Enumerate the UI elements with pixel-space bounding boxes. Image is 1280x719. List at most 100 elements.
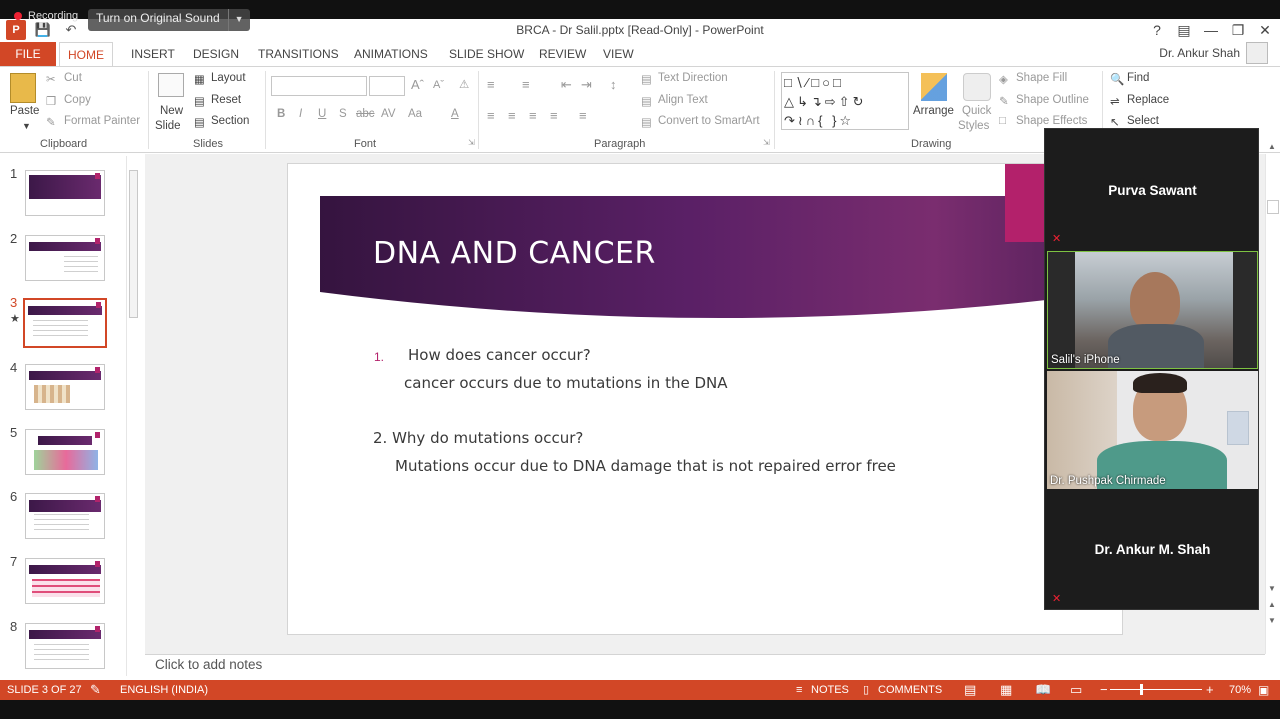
slide-thumbnail-5[interactable]	[25, 429, 105, 475]
slide-thumbnail-8[interactable]	[25, 623, 105, 669]
scrollbar-thumb[interactable]	[129, 170, 138, 318]
tab-view[interactable]: VIEW	[603, 42, 634, 66]
slide-scrollbar[interactable]: ▲ ▼ ▲ ▼	[1265, 142, 1280, 654]
slide-answer-1[interactable]: cancer occurs due to mutations in the DN…	[404, 374, 728, 392]
slide-thumbnail-4[interactable]	[25, 364, 105, 410]
language-indicator[interactable]: ENGLISH (INDIA)	[120, 680, 208, 700]
select-button[interactable]: Select	[1127, 115, 1159, 127]
avatar[interactable]	[1246, 42, 1268, 64]
participant-tile-1[interactable]: Purva Sawant ✕	[1047, 131, 1258, 249]
convert-to-smartart-button[interactable]: Convert to SmartArt	[658, 115, 760, 127]
comments-button[interactable]: COMMENTS	[878, 680, 942, 700]
bold-button[interactable]: B	[277, 108, 285, 120]
slide-thumbnail-7[interactable]	[25, 558, 105, 604]
next-slide-icon[interactable]: ▼	[1268, 616, 1276, 625]
find-button[interactable]: Find	[1127, 72, 1149, 84]
font-name-combo[interactable]	[271, 76, 367, 96]
clear-formatting-icon[interactable]: ⚠	[459, 77, 469, 91]
shrink-font-icon[interactable]: Aˇ	[433, 79, 444, 91]
font-size-combo[interactable]	[369, 76, 405, 96]
layout-button[interactable]: Layout	[211, 72, 246, 84]
fit-slide-icon[interactable]: ▣	[1258, 680, 1269, 700]
align-left-icon[interactable]: ≡	[487, 108, 495, 123]
paste-button[interactable]: Paste	[10, 105, 39, 117]
reset-button[interactable]: Reset	[211, 94, 241, 106]
slide-title[interactable]: DNA AND CANCER	[373, 236, 656, 271]
quick-styles-button-line2[interactable]: Styles	[958, 120, 989, 132]
slide-thumbnail-6[interactable]	[25, 493, 105, 539]
slide-question-1[interactable]: How does cancer occur?	[408, 346, 591, 364]
tab-animations[interactable]: ANIMATIONS	[354, 42, 428, 66]
copy-button[interactable]: Copy	[64, 94, 91, 106]
increase-indent-icon[interactable]: ⇥	[581, 77, 592, 93]
align-right-icon[interactable]: ≡	[529, 108, 537, 123]
align-text-button[interactable]: Align Text	[658, 94, 708, 106]
slide-thumbnail-2[interactable]	[25, 235, 105, 281]
character-spacing-button[interactable]: AV	[381, 108, 396, 120]
quick-styles-button[interactable]: Quick	[962, 105, 991, 117]
close-icon[interactable]: ✕	[1251, 20, 1279, 40]
tab-file[interactable]: FILE	[0, 42, 56, 66]
account-name[interactable]: Dr. Ankur Shah	[1159, 46, 1240, 60]
ribbon-display-options-icon[interactable]: ▤	[1170, 20, 1198, 40]
strikethrough-button[interactable]: abc	[356, 108, 375, 120]
change-case-button[interactable]: Aa	[408, 108, 422, 120]
participant-tile-4[interactable]: Dr. Ankur M. Shah ✕	[1047, 491, 1258, 609]
replace-button[interactable]: Replace	[1127, 94, 1169, 106]
tab-home[interactable]: HOME	[59, 42, 113, 66]
notes-button[interactable]: NOTES	[811, 680, 849, 700]
tab-transitions[interactable]: TRANSITIONS	[258, 42, 339, 66]
shape-effects-button[interactable]: Shape Effects	[1016, 115, 1087, 127]
underline-button[interactable]: U	[318, 108, 326, 120]
numbering-icon[interactable]: ≡	[522, 77, 530, 92]
dialog-launcher-icon[interactable]: ⇲	[468, 138, 475, 147]
help-button[interactable]: ?	[1143, 20, 1171, 40]
text-shadow-button[interactable]: S	[339, 108, 347, 120]
justify-icon[interactable]: ≡	[550, 108, 558, 123]
italic-button[interactable]: I	[299, 108, 302, 120]
scroll-up-icon[interactable]: ▲	[1268, 142, 1276, 151]
normal-view-icon[interactable]: ▤	[964, 680, 976, 700]
slide-answer-2[interactable]: Mutations occur due to DNA damage that i…	[395, 457, 896, 475]
participant-tile-3[interactable]: Dr. Pushpak Chirmade	[1047, 371, 1258, 489]
line-spacing-icon[interactable]: ↕	[610, 77, 617, 92]
columns-icon[interactable]: ≡	[579, 108, 587, 123]
new-slide-button[interactable]: New	[160, 105, 183, 117]
slide-thumbnail-3[interactable]	[23, 298, 107, 348]
dialog-launcher-icon[interactable]: ⇲	[763, 138, 770, 147]
tab-design[interactable]: DESIGN	[193, 42, 239, 66]
shape-fill-button[interactable]: Shape Fill	[1016, 72, 1067, 84]
reading-view-icon[interactable]: 📖	[1035, 680, 1051, 700]
notes-pane[interactable]: Click to add notes	[145, 654, 1265, 680]
new-slide-button-line2[interactable]: Slide	[155, 120, 181, 132]
bullets-icon[interactable]: ≡	[487, 77, 495, 92]
tab-slide-show[interactable]: SLIDE SHOW	[449, 42, 524, 66]
arrange-button[interactable]: Arrange	[913, 105, 954, 117]
shape-outline-button[interactable]: Shape Outline	[1016, 94, 1089, 106]
slide-show-icon[interactable]: ▭	[1070, 680, 1082, 700]
cut-button[interactable]: Cut	[64, 72, 82, 84]
slide-question-2[interactable]: 2. Why do mutations occur?	[373, 429, 583, 447]
previous-slide-icon[interactable]: ▲	[1268, 600, 1276, 609]
participant-tile-2[interactable]: Salil's iPhone	[1047, 251, 1258, 369]
decrease-indent-icon[interactable]: ⇤	[561, 77, 572, 93]
current-slide[interactable]: DNA AND CANCER 1. How does cancer occur?…	[287, 163, 1123, 635]
zoom-in-icon[interactable]: +	[1206, 680, 1214, 700]
slide-sorter-icon[interactable]: ▦	[1000, 680, 1012, 700]
align-center-icon[interactable]: ≡	[508, 108, 516, 123]
format-painter-button[interactable]: Format Painter	[64, 115, 140, 127]
slide-thumbnail-1[interactable]	[25, 170, 105, 216]
text-direction-button[interactable]: Text Direction	[658, 72, 728, 84]
proofing-icon[interactable]: ✎	[90, 680, 101, 700]
section-button[interactable]: Section	[211, 115, 249, 127]
tab-review[interactable]: REVIEW	[539, 42, 586, 66]
font-color-button[interactable]: A	[451, 108, 459, 120]
zoom-slider[interactable]	[1110, 689, 1202, 690]
tab-insert[interactable]: INSERT	[131, 42, 175, 66]
zoom-out-icon[interactable]: −	[1100, 680, 1108, 700]
scrollbar-thumb[interactable]	[1267, 200, 1279, 214]
thumbnail-scrollbar[interactable]	[126, 156, 139, 676]
scroll-down-icon[interactable]: ▼	[1268, 584, 1276, 593]
minimize-icon[interactable]: —	[1197, 20, 1225, 40]
zoom-slider-thumb[interactable]	[1140, 684, 1143, 695]
